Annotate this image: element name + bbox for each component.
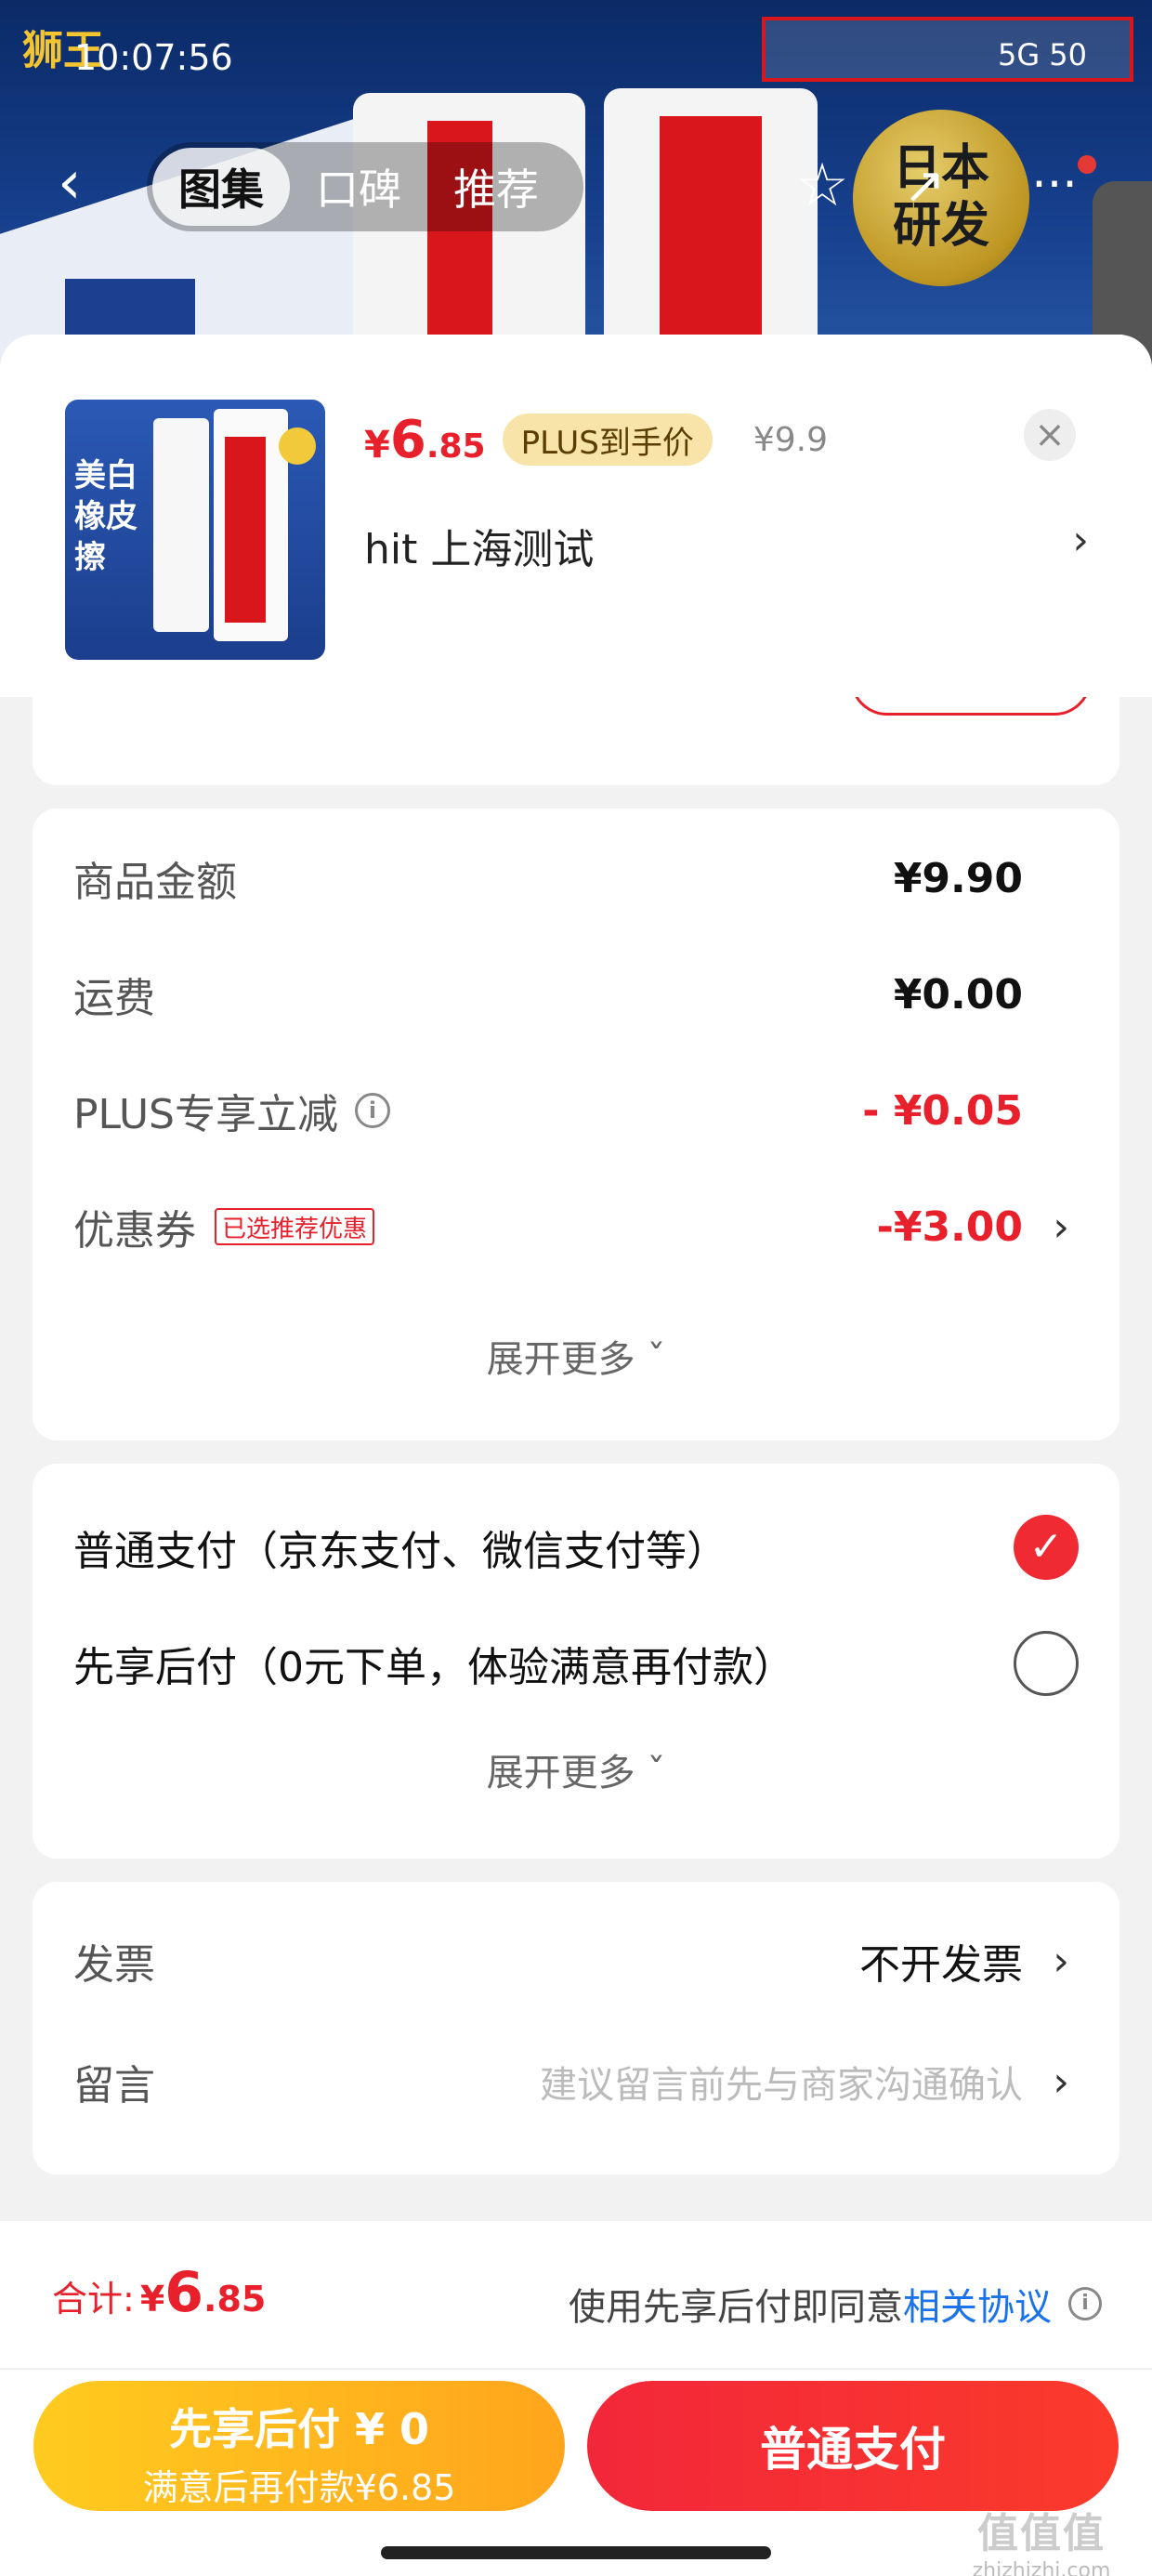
product-header: 美白橡皮擦 ¥6.85 PLUS到手价 ¥9.9 × hit 上海测试 › (0, 335, 1152, 697)
summary-value: ¥0.00 (893, 970, 1023, 1019)
share-icon[interactable]: ↗ (892, 153, 957, 218)
expand-more-button[interactable]: 展开更多 ˇ (33, 1742, 1119, 1796)
summary-label: 商品金额 (73, 859, 237, 906)
invoice-value: 不开发票 (859, 1941, 1023, 1989)
coupon-selected-tag: 已选推荐优惠 (215, 1208, 375, 1245)
summary-label: 运费 (73, 975, 155, 1022)
spec-label: hit 上海测试 (364, 526, 595, 573)
home-indicator[interactable] (381, 2546, 771, 2559)
expand-label: 展开更多 (486, 1338, 635, 1381)
chevron-right-icon: › (1053, 1203, 1069, 1251)
product-gallery-background: 狮王 10:07:56 5G 50 日本 研发 ‹ 图集 口碑 推荐 ☆ ↗ ·… (0, 0, 1152, 390)
pay-later-line2: 满意后再付款¥6.85 (142, 2467, 456, 2508)
note-label: 留言 (73, 2062, 155, 2109)
gallery-tabs: 图集 口碑 推荐 (147, 142, 583, 231)
favorite-star-icon[interactable]: ☆ (790, 153, 855, 218)
pay-later-line1: 先享后付 ¥ 0 (168, 2404, 430, 2454)
status-signal: 5G 50 (997, 37, 1087, 72)
total-amount: 合计: ¥6.85 (52, 2260, 266, 2334)
plus-price-tag: PLUS到手价 (502, 414, 713, 466)
payment-option-label: 普通支付（京东支付、微信支付等） (73, 1528, 727, 1575)
payment-option-later[interactable]: 先享后付（0元下单，体验满意再付款） (73, 1626, 1079, 1701)
price-summary-card: 商品金额 ¥9.90 运费 ¥0.00 PLUS专享立减 i - ¥0.05 优… (33, 808, 1119, 1440)
total-label: 合计: (52, 2279, 135, 2320)
invoice-label: 发票 (73, 1941, 155, 1989)
original-price: ¥9.9 (753, 420, 828, 459)
summary-value: ¥9.90 (893, 854, 1023, 902)
summary-row-coupon[interactable]: 优惠券 已选推荐优惠 -¥3.00 › (73, 1194, 1079, 1259)
product-image-text: 美白橡皮擦 (74, 457, 137, 576)
agreement-notice: 使用先享后付即同意 相关协议 i (569, 2271, 1102, 2336)
plus-price: ¥6.85 (364, 409, 486, 470)
chevron-down-icon: ˇ (647, 1752, 666, 1794)
notification-dot (1078, 155, 1096, 174)
summary-row-plus-discount: PLUS专享立减 i - ¥0.05 (73, 1078, 1079, 1143)
divider (0, 2368, 1152, 2370)
note-row[interactable]: 留言 建议留言前先与商家沟通确认 › (73, 2049, 1079, 2114)
invoice-row[interactable]: 发票 不开发票 › (73, 1928, 1079, 1993)
note-placeholder: 建议留言前先与商家沟通确认 (540, 2064, 1023, 2107)
radio-unchecked-icon[interactable] (1014, 1631, 1079, 1696)
site-watermark: 值值值 zhizhizhi.com (944, 2500, 1139, 2576)
spec-selector[interactable]: hit 上海测试 › (364, 513, 1089, 578)
total-currency: ¥ (139, 2279, 165, 2320)
scrolled-button-remnant (850, 697, 1092, 716)
chevron-right-icon: › (1053, 2057, 1069, 2106)
chevron-right-icon: › (1053, 1937, 1069, 1985)
expand-more-button[interactable]: 展开更多 ˇ (33, 1329, 1119, 1383)
status-time: 10:07:56 (74, 37, 233, 78)
normal-pay-button[interactable]: 普通支付 (587, 2381, 1119, 2511)
back-icon[interactable]: ‹ (58, 153, 113, 213)
summary-row-goods: 商品金额 ¥9.90 (73, 846, 1079, 911)
summary-value: - ¥0.05 (862, 1086, 1023, 1135)
scrolled-card-remnant (33, 697, 1119, 785)
pay-later-button[interactable]: 先享后付 ¥ 0 满意后再付款¥6.85 (33, 2381, 565, 2511)
status-bar: 10:07:56 5G 50 (0, 37, 1152, 93)
chevron-right-icon: › (1072, 517, 1089, 564)
watermark-url: zhizhizhi.com (972, 2559, 1111, 2576)
summary-label: PLUS专享立减 (73, 1091, 338, 1138)
payment-option-label: 先享后付（0元下单，体验满意再付款） (73, 1644, 794, 1691)
price-row: ¥6.85 PLUS到手价 ¥9.9 (364, 407, 828, 472)
product-thumbnail[interactable]: 美白橡皮擦 (65, 400, 325, 660)
watermark-logo: 值值值 (977, 2510, 1106, 2557)
agreement-link[interactable]: 相关协议 (903, 2277, 1052, 2331)
close-icon[interactable]: × (1024, 409, 1076, 461)
summary-value: -¥3.00 (876, 1203, 1023, 1251)
expand-label: 展开更多 (486, 1752, 635, 1794)
agree-text: 使用先享后付即同意 (569, 2286, 903, 2329)
payment-method-card: 普通支付（京东支付、微信支付等） ✓ 先享后付（0元下单，体验满意再付款） 展开… (33, 1464, 1119, 1859)
info-icon[interactable]: i (355, 1093, 390, 1128)
top-nav: ‹ 图集 口碑 推荐 ☆ ↗ ··· (0, 135, 1152, 237)
invoice-card: 发票 不开发票 › 留言 建议留言前先与商家沟通确认 › (33, 1882, 1119, 2175)
chevron-down-icon: ˇ (647, 1338, 666, 1381)
total-dec: .85 (203, 2279, 267, 2320)
total-int: 6 (164, 2260, 204, 2325)
summary-label: 优惠券 (73, 1207, 196, 1255)
info-icon[interactable]: i (1068, 2287, 1102, 2320)
tab-gallery[interactable]: 图集 (152, 148, 290, 226)
tab-recommend[interactable]: 推荐 (427, 148, 565, 226)
radio-checked-icon[interactable]: ✓ (1014, 1515, 1079, 1580)
payment-option-normal[interactable]: 普通支付（京东支付、微信支付等） ✓ (73, 1510, 1079, 1584)
summary-row-shipping: 运费 ¥0.00 (73, 962, 1079, 1027)
tab-reviews[interactable]: 口碑 (290, 148, 427, 226)
